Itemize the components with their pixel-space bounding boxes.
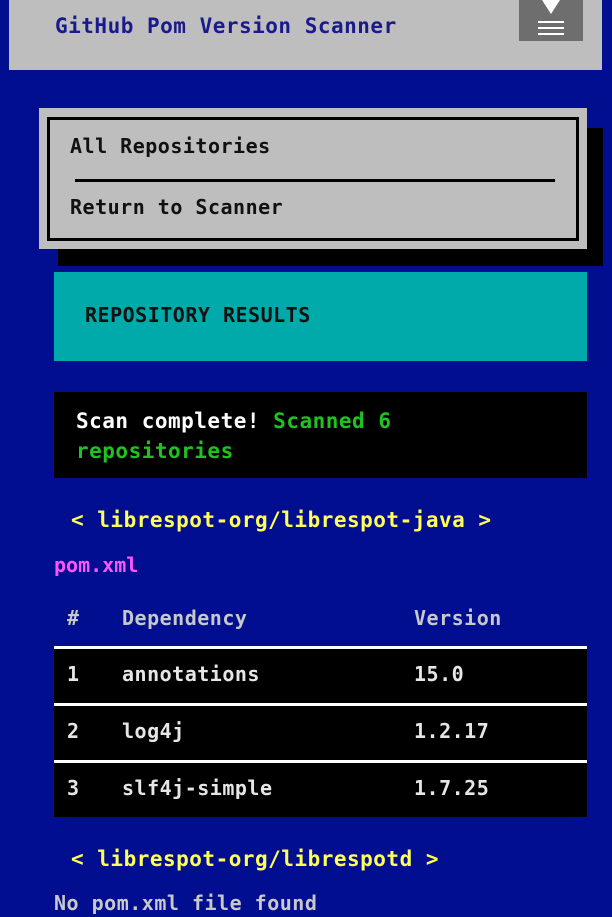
menu-toggle-button[interactable]: [519, 0, 583, 41]
table-row: 2 log4j 1.2.17: [54, 703, 587, 760]
no-pom-message: No pom.xml file found: [54, 891, 318, 915]
dependency-name: annotations: [122, 662, 260, 686]
repo-link-librespotd[interactable]: < librespot-org/librespotd >: [71, 847, 439, 871]
table-row: 1 annotations 15.0: [54, 646, 587, 703]
column-header-number: #: [67, 606, 80, 630]
table-row: 3 slf4j-simple 1.7.25: [54, 760, 587, 817]
caret-down-icon: [542, 0, 560, 14]
hamburger-menu-icon: [538, 21, 564, 35]
pom-file-label: pom.xml: [54, 553, 139, 577]
dependency-table: # Dependency Version 1 annotations 15.0 …: [54, 598, 587, 817]
scan-status-text: Scan complete! Scanned 6 repositories: [76, 406, 476, 466]
row-number: 1: [67, 662, 80, 686]
menu-item-all-repositories[interactable]: All Repositories: [70, 134, 271, 158]
nav-dropdown: All Repositories Return to Scanner: [39, 108, 587, 249]
column-header-dependency: Dependency: [122, 606, 248, 630]
results-banner: REPOSITORY RESULTS: [54, 272, 587, 361]
dependency-version: 1.7.25: [414, 776, 490, 800]
dependency-name: log4j: [122, 719, 185, 743]
app-header: GitHub Pom Version Scanner: [9, 0, 602, 70]
menu-item-return-to-scanner[interactable]: Return to Scanner: [70, 195, 283, 219]
column-header-version: Version: [414, 606, 502, 630]
scan-complete-label: Scan complete!: [76, 409, 261, 433]
menu-divider: [75, 179, 555, 182]
table-header: # Dependency Version: [54, 598, 587, 646]
row-number: 3: [67, 776, 80, 800]
scan-status-box: Scan complete! Scanned 6 repositories: [54, 392, 587, 478]
dependency-name: slf4j-simple: [122, 776, 273, 800]
dependency-version: 15.0: [414, 662, 465, 686]
dependency-version: 1.2.17: [414, 719, 490, 743]
dropdown-frame: All Repositories Return to Scanner: [47, 117, 579, 241]
results-title: REPOSITORY RESULTS: [85, 303, 311, 327]
row-number: 2: [67, 719, 80, 743]
app-title: GitHub Pom Version Scanner: [55, 14, 397, 38]
repo-link-librespot-java[interactable]: < librespot-org/librespot-java >: [71, 508, 492, 532]
